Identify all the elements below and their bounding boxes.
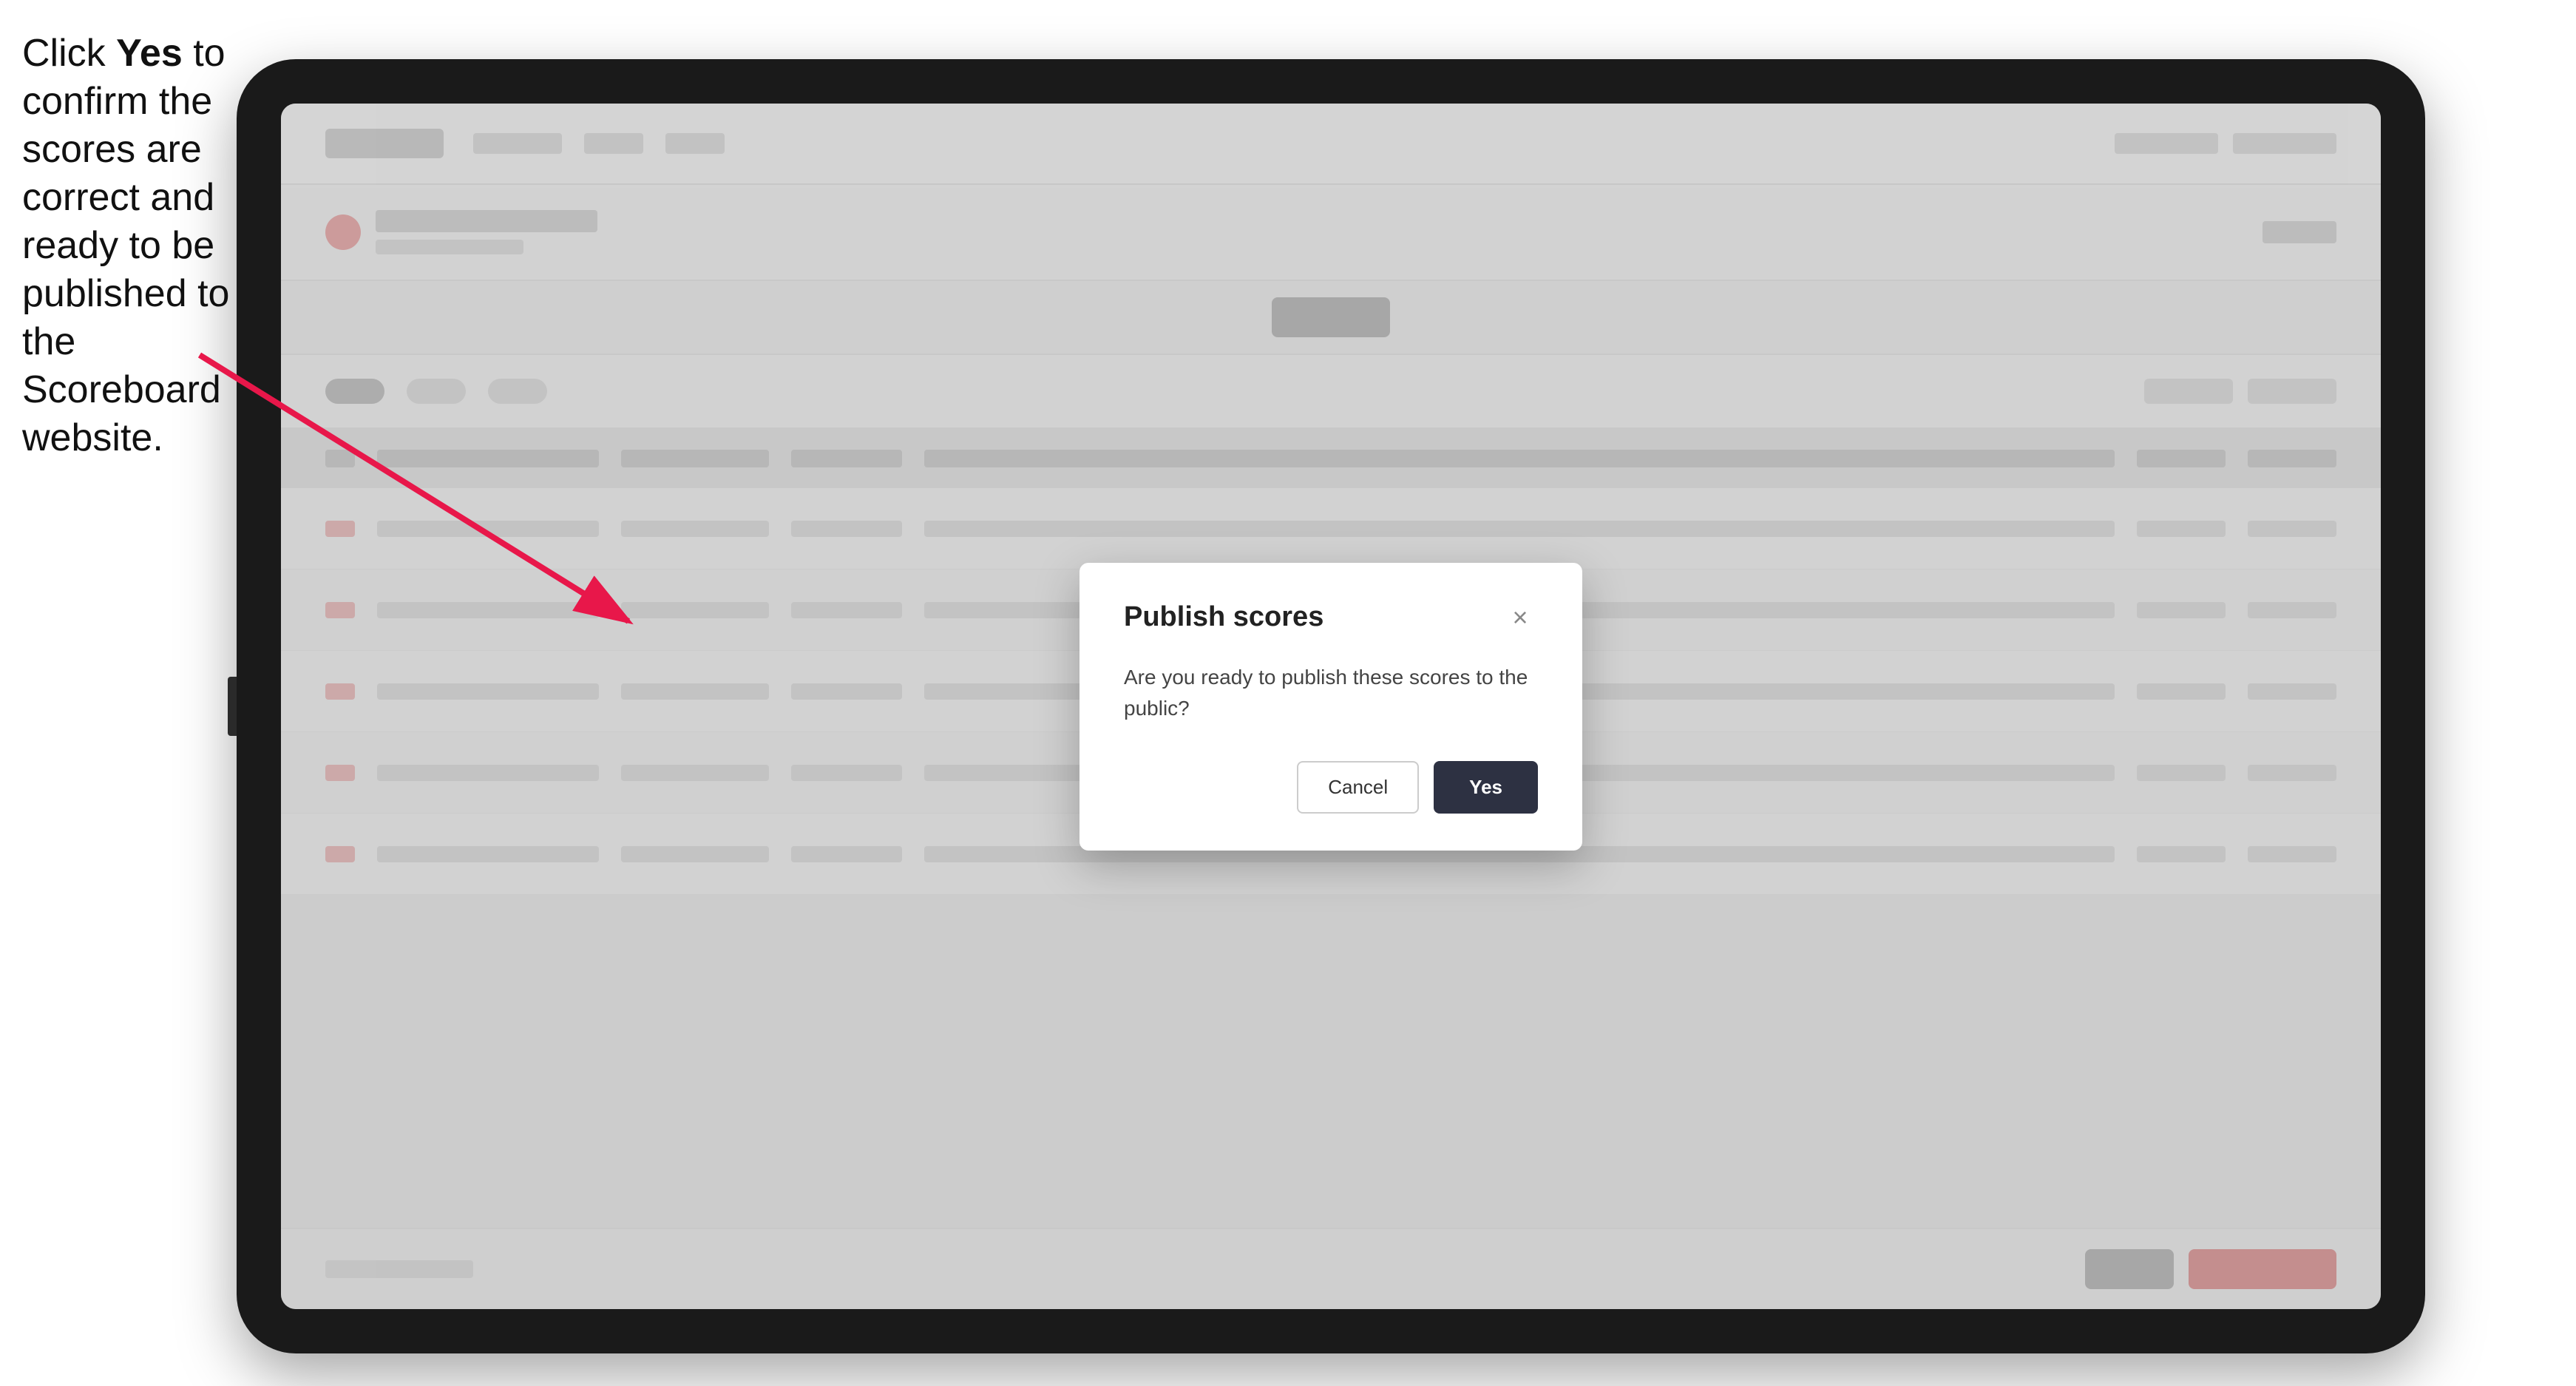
modal-close-button[interactable]: × [1502, 600, 1538, 635]
instruction-prefix: Click [22, 32, 116, 75]
yes-button[interactable]: Yes [1434, 761, 1538, 814]
instruction-suffix: to confirm the scores are correct and re… [22, 32, 229, 459]
tablet-device: Publish scores × Are you ready to publis… [237, 59, 2425, 1353]
modal-footer: Cancel Yes [1124, 761, 1538, 814]
instruction-bold: Yes [116, 32, 183, 75]
modal-header: Publish scores × [1124, 600, 1538, 635]
cancel-button[interactable]: Cancel [1297, 761, 1419, 814]
close-icon: × [1512, 602, 1528, 633]
instruction-text: Click Yes to confirm the scores are corr… [22, 30, 237, 462]
tablet-screen: Publish scores × Are you ready to publis… [281, 104, 2381, 1309]
modal-overlay: Publish scores × Are you ready to publis… [281, 104, 2381, 1309]
modal-title: Publish scores [1124, 601, 1323, 633]
modal-dialog: Publish scores × Are you ready to publis… [1079, 563, 1582, 851]
modal-body: Are you ready to publish these scores to… [1124, 662, 1538, 724]
tablet-side-button [228, 677, 237, 736]
